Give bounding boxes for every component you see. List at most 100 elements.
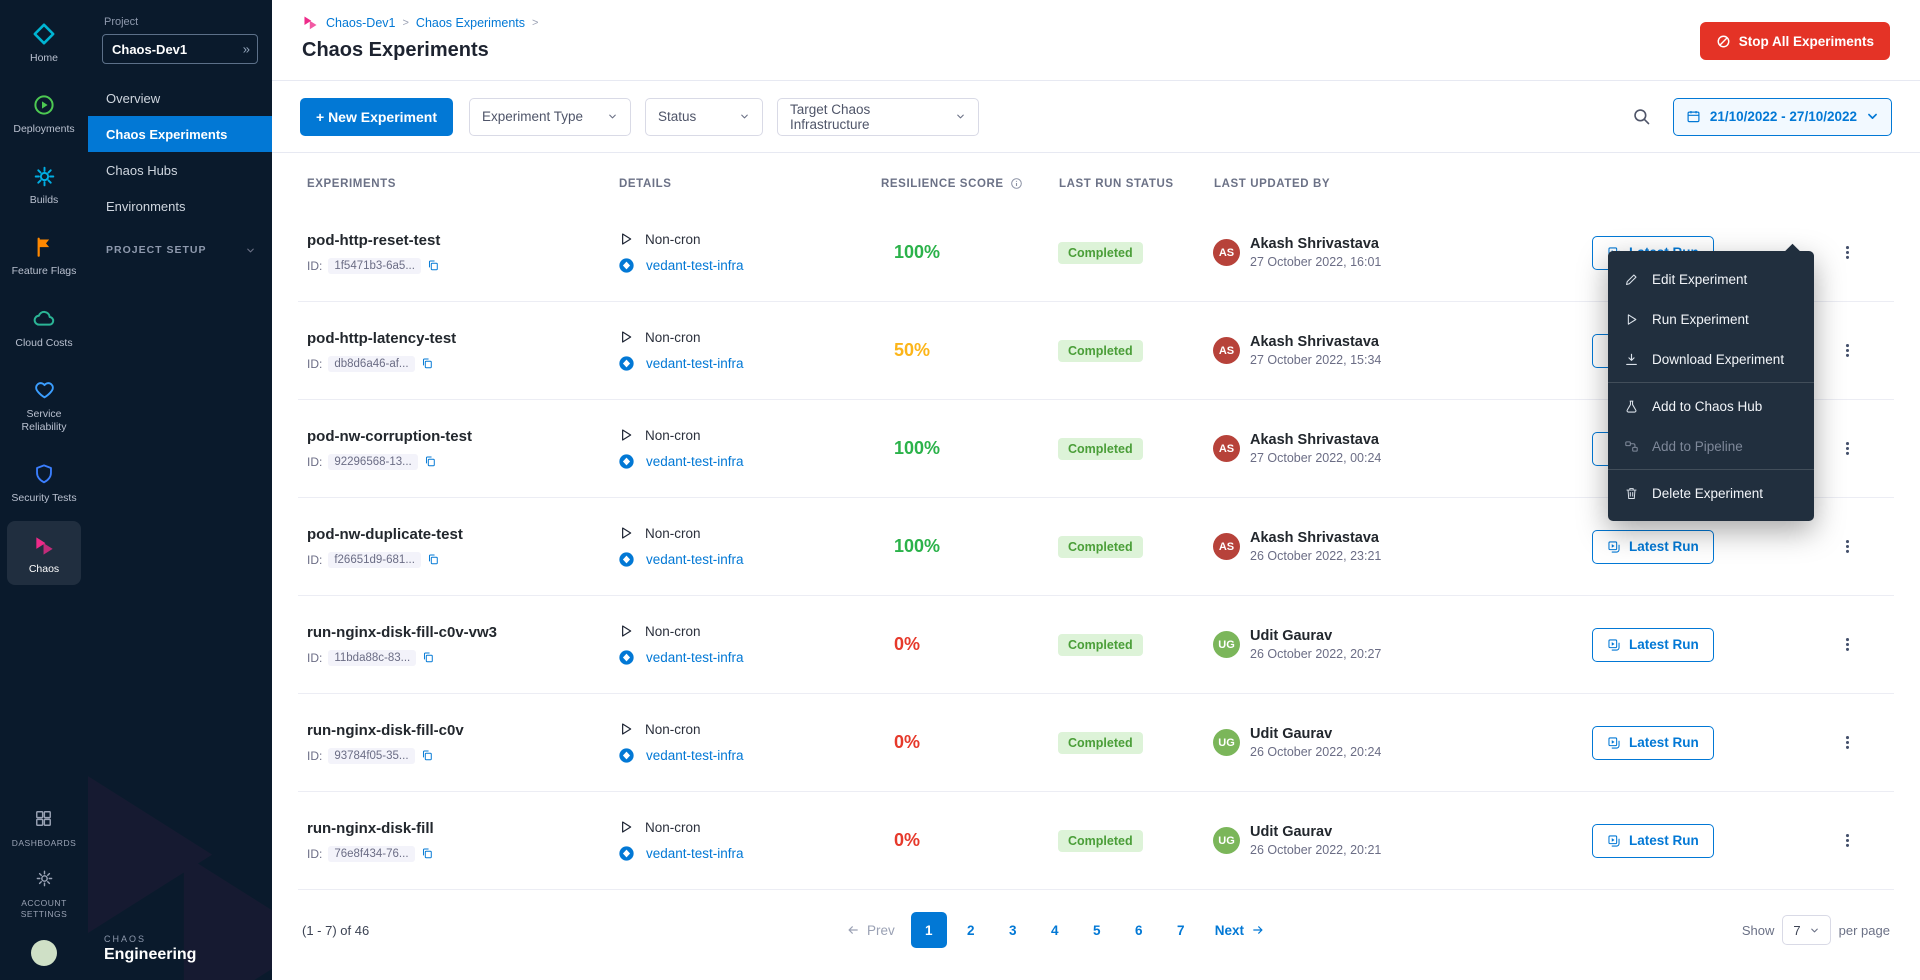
updated-at: 26 October 2022, 23:21	[1250, 549, 1381, 563]
cloud-costs-icon	[32, 306, 56, 332]
date-range-button[interactable]: 21/10/2022 - 27/10/2022	[1673, 98, 1892, 136]
page-7[interactable]: 7	[1163, 912, 1199, 948]
sidebar-item-environments[interactable]: Environments	[88, 188, 272, 224]
copy-icon[interactable]	[422, 651, 435, 664]
infrastructure-link[interactable]: vedant-test-infra	[646, 454, 744, 469]
experiment-name[interactable]: pod-http-latency-test	[307, 330, 610, 347]
page-5[interactable]: 5	[1079, 912, 1115, 948]
copy-icon[interactable]	[427, 259, 440, 272]
account-settings-label: ACCOUNT SETTINGS	[9, 898, 79, 920]
sidebar-item-chaos-hubs[interactable]: Chaos Hubs	[88, 152, 272, 188]
page-4[interactable]: 4	[1037, 912, 1073, 948]
project-setup-toggle[interactable]: PROJECT SETUP	[88, 244, 272, 256]
project-sidebar: Project » Overview Chaos Experiments Cha…	[88, 0, 272, 980]
user-avatar: AS	[1213, 533, 1240, 560]
infrastructure-link[interactable]: vedant-test-infra	[646, 552, 744, 567]
filter-status[interactable]: Status	[645, 98, 763, 136]
infrastructure-link[interactable]: vedant-test-infra	[646, 356, 744, 371]
experiment-name[interactable]: run-nginx-disk-fill-c0v-vw3	[307, 624, 610, 641]
play-icon	[618, 525, 634, 541]
copy-icon[interactable]	[424, 455, 437, 468]
copy-icon[interactable]	[421, 847, 434, 860]
module-service-reliability[interactable]: Service Reliability	[7, 366, 81, 443]
schedule-type: Non-cron	[645, 232, 701, 247]
project-name-input[interactable]	[102, 34, 258, 64]
kebab-menu-icon[interactable]	[1839, 538, 1856, 555]
sidebar-item-chaos-experiments[interactable]: Chaos Experiments	[88, 116, 272, 152]
copy-icon[interactable]	[427, 553, 440, 566]
info-icon[interactable]	[1010, 177, 1023, 190]
filter-target-chaos-infrastructure[interactable]: Target Chaos Infrastructure	[777, 98, 979, 136]
module-chaos[interactable]: Chaos	[7, 521, 81, 585]
kebab-menu-icon[interactable]	[1839, 734, 1856, 751]
menu-item-run-experiment[interactable]: Run Experiment	[1608, 299, 1814, 339]
updated-by-name: Udit Gaurav	[1250, 824, 1381, 840]
search-icon[interactable]	[1632, 107, 1651, 126]
page-3[interactable]: 3	[995, 912, 1031, 948]
menu-item-edit-experiment[interactable]: Edit Experiment	[1608, 259, 1814, 299]
project-setup-label: PROJECT SETUP	[106, 244, 207, 256]
module-security-tests[interactable]: Security Tests	[7, 450, 81, 514]
sidebar-item-overview[interactable]: Overview	[88, 80, 272, 116]
delete-icon	[1624, 486, 1640, 501]
chevron-down-icon	[245, 245, 256, 256]
module-cloud-costs[interactable]: Cloud Costs	[7, 295, 81, 359]
menu-item-download-experiment[interactable]: Download Experiment	[1608, 339, 1814, 379]
stop-all-label: Stop All Experiments	[1739, 34, 1874, 49]
module-builds[interactable]: Builds	[7, 152, 81, 216]
updated-by-name: Akash Shrivastava	[1250, 334, 1381, 350]
chaos-logo-icon	[302, 14, 319, 31]
breadcrumb-page[interactable]: Chaos Experiments	[416, 16, 525, 30]
menu-item-add-to-chaos-hub[interactable]: Add to Chaos Hub	[1608, 386, 1814, 426]
kebab-menu-icon[interactable]	[1839, 636, 1856, 653]
infrastructure-link[interactable]: vedant-test-infra	[646, 258, 744, 273]
breadcrumb-project[interactable]: Chaos-Dev1	[326, 16, 395, 30]
schedule-type: Non-cron	[645, 330, 701, 345]
user-avatar: AS	[1213, 337, 1240, 364]
kebab-menu-icon[interactable]	[1839, 440, 1856, 457]
experiment-name[interactable]: run-nginx-disk-fill	[307, 820, 610, 837]
kebab-menu-icon[interactable]	[1839, 342, 1856, 359]
page-header: Chaos-Dev1 > Chaos Experiments > Chaos E…	[272, 0, 1920, 81]
module-deployments[interactable]: Deployments	[7, 81, 81, 145]
experiment-name[interactable]: pod-nw-corruption-test	[307, 428, 610, 445]
next-button[interactable]: Next	[1209, 922, 1271, 939]
infrastructure-link[interactable]: vedant-test-infra	[646, 748, 744, 763]
latest-run-button[interactable]: Latest Run	[1592, 530, 1714, 564]
filter-experiment-type[interactable]: Experiment Type	[469, 98, 631, 136]
column-header-resilience-score: RESILIENCE SCORE	[872, 177, 1050, 190]
per-page-select[interactable]: 7	[1782, 915, 1830, 945]
infrastructure-link[interactable]: vedant-test-infra	[646, 846, 744, 861]
user-avatar[interactable]	[31, 940, 57, 966]
latest-run-button[interactable]: Latest Run	[1592, 628, 1714, 662]
page-2[interactable]: 2	[953, 912, 989, 948]
module-home[interactable]: Home	[7, 10, 81, 74]
copy-icon[interactable]	[421, 357, 434, 370]
menu-item-delete-experiment[interactable]: Delete Experiment	[1608, 473, 1814, 513]
experiment-name[interactable]: pod-http-reset-test	[307, 232, 610, 249]
prev-button[interactable]: Prev	[840, 922, 901, 939]
resilience-score: 100%	[894, 242, 940, 262]
experiment-name[interactable]: pod-nw-duplicate-test	[307, 526, 610, 543]
latest-run-button[interactable]: Latest Run	[1592, 726, 1714, 760]
nav-account-settings[interactable]: ACCOUNT SETTINGS	[9, 869, 79, 920]
copy-icon[interactable]	[421, 749, 434, 762]
page-1[interactable]: 1	[911, 912, 947, 948]
run-icon	[1624, 312, 1640, 327]
page-6[interactable]: 6	[1121, 912, 1157, 948]
stop-all-experiments-button[interactable]: Stop All Experiments	[1700, 22, 1890, 60]
experiment-name[interactable]: run-nginx-disk-fill-c0v	[307, 722, 610, 739]
experiment-id: db8d6a46-af...	[328, 356, 414, 372]
per-page-control: Show 7 per page	[1742, 915, 1890, 945]
calendar-icon	[1686, 109, 1701, 124]
module-feature-flags[interactable]: Feature Flags	[7, 223, 81, 287]
infrastructure-link[interactable]: vedant-test-infra	[646, 650, 744, 665]
new-experiment-button[interactable]: + New Experiment	[300, 98, 453, 136]
nav-dashboards[interactable]: DASHBOARDS	[12, 809, 77, 849]
latest-run-button[interactable]: Latest Run	[1592, 824, 1714, 858]
kebab-menu-icon[interactable]	[1839, 244, 1856, 261]
kebab-menu-icon[interactable]	[1839, 832, 1856, 849]
download-icon	[1624, 352, 1640, 367]
play-icon	[618, 329, 634, 345]
collapse-icon[interactable]: »	[243, 42, 250, 57]
